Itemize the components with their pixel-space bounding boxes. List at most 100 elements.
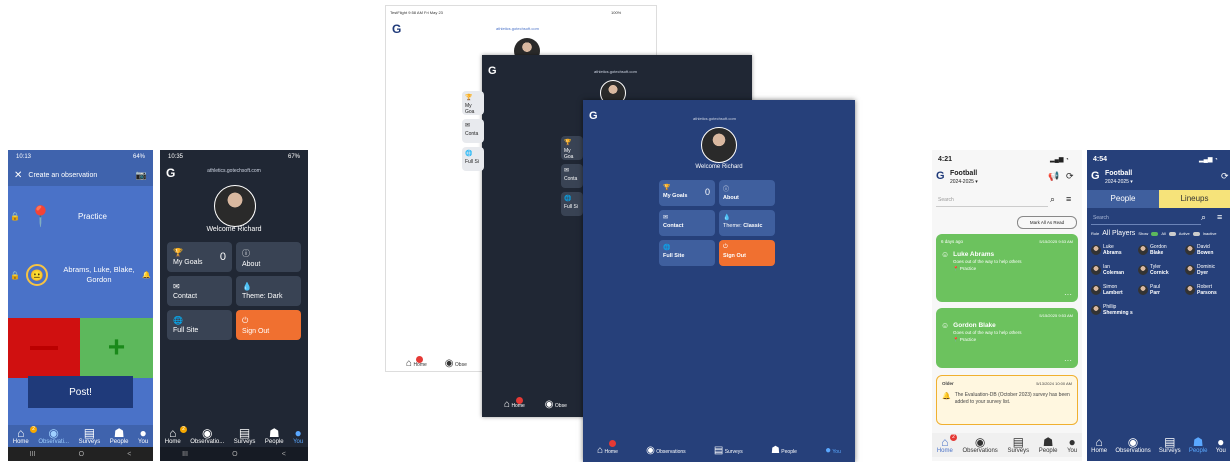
team-name[interactable]: Football: [1105, 170, 1132, 177]
back-button[interactable]: <: [127, 451, 131, 458]
tab-observations[interactable]: ◉ Observations: [962, 436, 997, 454]
peek-full-site-tile[interactable]: 🌐 Full Si: [462, 147, 484, 171]
negative-button[interactable]: [8, 318, 80, 378]
contact-tile[interactable]: ✉ Contact: [659, 210, 715, 236]
info-icon: ⓘ: [242, 249, 250, 258]
player-card[interactable]: Ian Coleman: [1091, 264, 1124, 276]
tab-label: People: [781, 448, 797, 455]
full-site-tile[interactable]: 🌐 Full Site: [167, 310, 232, 340]
player-card[interactable]: Phillip Shemming s: [1091, 304, 1133, 316]
filter-icon[interactable]: ≡: [1217, 212, 1222, 222]
full-site-tile[interactable]: 🌐 Full Site: [659, 240, 715, 266]
tab-home[interactable]: ⌂ Home: [1091, 436, 1107, 454]
tab-surveys[interactable]: ▤ Surveys: [1007, 436, 1029, 454]
player-card[interactable]: Tyler Cornick: [1138, 264, 1169, 276]
tab-home[interactable]: ⌂ Home: [13, 427, 29, 445]
refresh-icon[interactable]: ⟳: [1221, 171, 1229, 182]
tab-you[interactable]: ● You: [1216, 436, 1226, 454]
more-icon[interactable]: ···: [1064, 290, 1072, 299]
tab-people[interactable]: ☗ People: [1039, 436, 1058, 454]
theme-tile[interactable]: 💧 Theme: Classic: [719, 210, 775, 236]
season-selector[interactable]: 2024-2025 ▾: [1105, 179, 1133, 185]
camera-icon[interactable]: 📷: [136, 170, 147, 181]
more-icon[interactable]: ···: [1064, 356, 1072, 365]
theme-tile[interactable]: 💧 Theme: Dark: [236, 276, 301, 306]
peek-contact-tile[interactable]: ✉ Conta: [561, 164, 583, 188]
search-input[interactable]: Search: [936, 194, 1048, 207]
tab-surveys[interactable]: ▤ Surveys: [79, 427, 101, 445]
tab-observations[interactable]: ◉ Observations: [1115, 436, 1150, 454]
recents-button[interactable]: III: [182, 451, 188, 458]
tab-surveys[interactable]: ▤ Surveys: [1159, 436, 1181, 454]
home-button[interactable]: O: [232, 451, 237, 458]
tab-surveys[interactable]: ▤ Surveys: [234, 427, 256, 445]
about-tile[interactable]: ⓘ About: [236, 242, 301, 272]
tab-you[interactable]: ● You: [1067, 436, 1077, 454]
tab-home[interactable]: ⌂ Home: [165, 427, 181, 445]
player-card[interactable]: Paul Parr: [1138, 284, 1160, 296]
search-icon[interactable]: ⌕: [1050, 194, 1055, 205]
observation-card[interactable]: 6 days ago 5/15/2025 9:53 AM ☺ Luke Abra…: [936, 234, 1078, 302]
tab-you[interactable]: ● You: [825, 445, 841, 456]
player-name: Phillip Shemming s: [1103, 304, 1133, 316]
sign-out-tile[interactable]: ⏻ Sign Out: [719, 240, 775, 266]
recents-button[interactable]: III: [30, 451, 36, 458]
peek-goals-tile[interactable]: 🏆 My Goa: [462, 91, 484, 115]
mark-all-read-button[interactable]: Mark All As Read: [1017, 216, 1077, 229]
post-button[interactable]: Post!: [28, 376, 133, 408]
tab-you[interactable]: ● You: [293, 427, 303, 445]
toggle-all[interactable]: [1151, 231, 1159, 236]
season-selector[interactable]: 2024-2025 ▾: [950, 179, 978, 185]
toggle-inactive[interactable]: [1192, 231, 1200, 236]
peek-goals-tile[interactable]: 🏆 My Goa: [561, 136, 583, 160]
player-card[interactable]: David Bowen: [1185, 244, 1213, 256]
tab-people[interactable]: ☗ People: [1189, 436, 1208, 454]
player-card[interactable]: Robert Parsons: [1185, 284, 1217, 296]
people-selector[interactable]: 🔒 😐 Abrams, Luke, Blake, Gordon 🔔: [8, 254, 153, 296]
observation-card[interactable]: 5/15/2025 9:53 AM ☺ Gordon Blake Goes ou…: [936, 308, 1078, 368]
tab-people[interactable]: ☗ People: [265, 427, 284, 445]
avatar[interactable]: [701, 127, 737, 163]
positive-button[interactable]: +: [80, 318, 153, 378]
player-card[interactable]: Simon Lambert: [1091, 284, 1123, 296]
tab-lineups-segment[interactable]: Lineups: [1159, 190, 1230, 208]
avatar[interactable]: [214, 185, 256, 227]
survey-card[interactable]: Older 5/13/2024 10:00 AM 🔔 The Evaluatio…: [936, 375, 1078, 425]
tab-you[interactable]: ● You: [138, 427, 148, 445]
refresh-icon[interactable]: ⟳: [1066, 171, 1074, 182]
sign-out-tile[interactable]: ⏻ Sign Out: [236, 310, 301, 340]
team-name[interactable]: Football: [950, 170, 977, 177]
back-button[interactable]: <: [282, 451, 286, 458]
search-icon[interactable]: ⌕: [1201, 212, 1206, 223]
role-selector[interactable]: All Players: [1102, 230, 1135, 237]
filter-icon[interactable]: ≡: [1066, 194, 1071, 204]
location-pin-icon: 📍: [953, 266, 959, 271]
activity-label: Practice: [78, 211, 107, 221]
tab-surveys[interactable]: ▤ Surveys: [714, 445, 743, 456]
about-tile[interactable]: ⓘ About: [719, 180, 775, 206]
tab-observations[interactable]: ◉ Observatio...: [190, 427, 224, 445]
document-icon: ▤: [238, 426, 251, 440]
megaphone-icon[interactable]: 📢: [1048, 171, 1059, 182]
player-card[interactable]: Dominic Dyer: [1185, 264, 1215, 276]
avatar: [1138, 245, 1148, 255]
activity-selector[interactable]: 🔒 📍 Practice: [8, 196, 153, 236]
toggle-active[interactable]: [1168, 231, 1176, 236]
player-card[interactable]: Gordon Blake: [1138, 244, 1167, 256]
contact-tile[interactable]: ✉ Contact: [167, 276, 232, 306]
tab-observations[interactable]: ◉ Observati...: [38, 427, 69, 445]
tab-people[interactable]: ☗ People: [110, 427, 129, 445]
tab-observations[interactable]: ◉ Obse: [445, 358, 467, 369]
my-goals-tile[interactable]: 🏆 My Goals 0: [167, 242, 232, 272]
player-card[interactable]: Luke Abrams: [1091, 244, 1122, 256]
peek-contact-tile[interactable]: ✉ Conta: [462, 119, 484, 143]
home-button[interactable]: O: [79, 451, 84, 458]
peek-full-site-tile[interactable]: 🌐 Full Si: [561, 192, 583, 216]
tab-people-segment[interactable]: People: [1087, 190, 1159, 208]
close-icon[interactable]: ✕: [14, 170, 22, 181]
tab-observations[interactable]: ◉ Observations: [646, 445, 686, 456]
tab-observations[interactable]: ◉ Obse: [545, 399, 567, 410]
tab-people[interactable]: ☗ People: [771, 445, 797, 456]
search-input[interactable]: Search: [1091, 212, 1201, 225]
my-goals-tile[interactable]: 🏆 My Goals 0: [659, 180, 715, 206]
